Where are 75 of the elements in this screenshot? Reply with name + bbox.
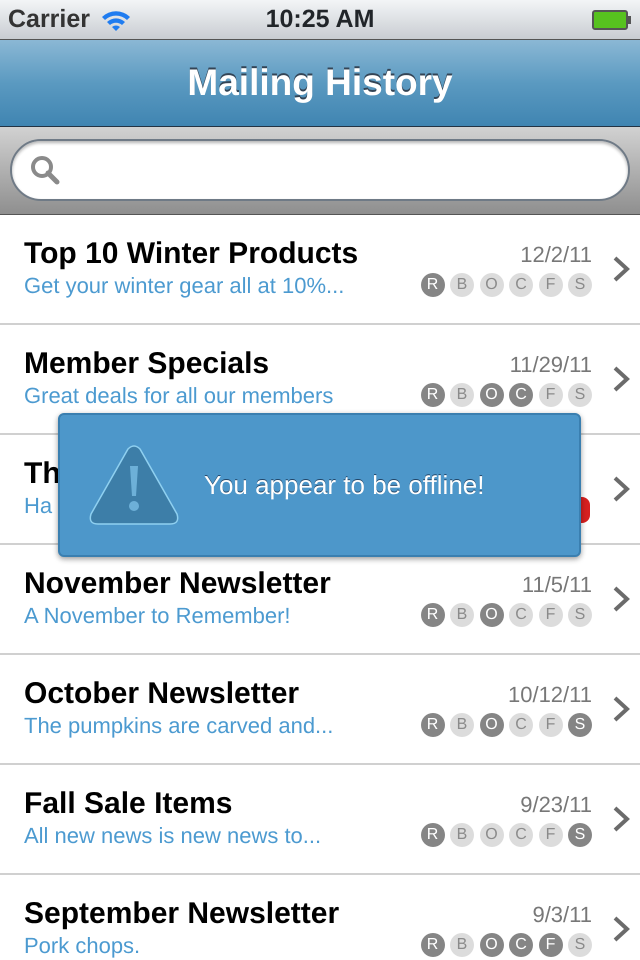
status-flag: S [568,823,592,848]
mailing-date: 11/5/11 [522,570,592,599]
status-flag: C [509,933,533,958]
mailing-row[interactable]: October Newsletter The pumpkins are carved and... 10/12/11 R B O C F S [0,655,640,765]
mailing-subtitle: Pork chops. [24,932,140,960]
mailing-row[interactable]: Fall Sale Items All new news is new news to... 9/23/11 R B O C F S [0,765,640,875]
status-flag: B [450,933,474,958]
mailing-subtitle: A November to Remember! [24,602,291,630]
status-flag: O [480,383,504,408]
chevron-icon [612,585,630,613]
chevron-icon [612,475,630,503]
status-flag: S [568,713,592,738]
screen-title: Mailing History [187,61,453,106]
mailing-date: 9/23/11 [520,790,592,819]
status-flag: F [538,383,562,408]
status-flag: S [568,603,592,628]
status-flag: R [420,713,444,738]
status-flag: R [420,603,444,628]
status-flag: R [420,383,444,408]
mailing-date: 12/2/11 [520,240,592,269]
status-flag: C [509,603,533,628]
status-flag: B [450,823,474,848]
mailing-subtitle: Get your winter gear all at 10%... [24,272,344,300]
status-flag: O [480,713,504,738]
status-flag: R [420,933,444,958]
status-flag: R [420,273,444,298]
mailing-title: Member Specials [24,347,270,382]
mailing-title: October Newsletter [24,677,300,712]
mailing-row[interactable]: Top 10 Winter Products Get your winter gear all at 10%... 12/2/11 R B O C F S [0,215,640,325]
mailing-subtitle: Great deals for all our members [24,382,334,410]
mailing-subtitle: All new news is new news to... [24,822,322,850]
mailing-date: 9/3/11 [532,900,592,929]
badge-edge [581,497,590,523]
chevron-icon [612,915,630,943]
chevron-icon [612,255,630,283]
status-flag: C [509,713,533,738]
status-flag: F [538,933,562,958]
status-flag: S [568,933,592,958]
search-icon [30,155,60,185]
mailing-row[interactable]: September Newsletter Pork chops. 9/3/11 R B O C F S [0,875,640,960]
status-flag: O [480,823,504,848]
status-flag: S [568,273,592,298]
mailing-date: 11/29/11 [510,350,592,379]
chevron-icon [612,365,630,393]
status-flag: O [480,273,504,298]
battery-icon [592,10,632,30]
carrier-label: Carrier [8,4,90,35]
mailing-title: September Newsletter [24,897,340,932]
status-flag: F [538,823,562,848]
status-flag: B [450,273,474,298]
status-flag: O [480,603,504,628]
warning-icon [88,444,180,526]
status-flag: S [568,383,592,408]
mailing-title: Top 10 Winter Products [24,237,358,272]
status-flag: F [538,603,562,628]
status-flag: C [509,273,533,298]
status-flag: B [450,713,474,738]
status-flag: B [450,603,474,628]
mailing-title: Th [24,457,61,492]
status-flag: O [480,933,504,958]
status-flag: R [420,823,444,848]
alert-message: You appear to be offline! [204,468,484,502]
mailing-title: Fall Sale Items [24,787,232,822]
status-flag: B [450,383,474,408]
status-flag: C [509,383,533,408]
status-flag: F [538,273,562,298]
status-flag: F [538,713,562,738]
chevron-icon [612,805,630,833]
chevron-icon [612,695,630,723]
mailing-date: 10/12/11 [508,680,592,709]
mailing-subtitle: Ha [24,492,52,520]
status-time: 10:25 AM [266,4,374,35]
status-flag: C [509,823,533,848]
mailing-subtitle: The pumpkins are carved and... [24,712,334,740]
mailing-title: November Newsletter [24,567,331,602]
